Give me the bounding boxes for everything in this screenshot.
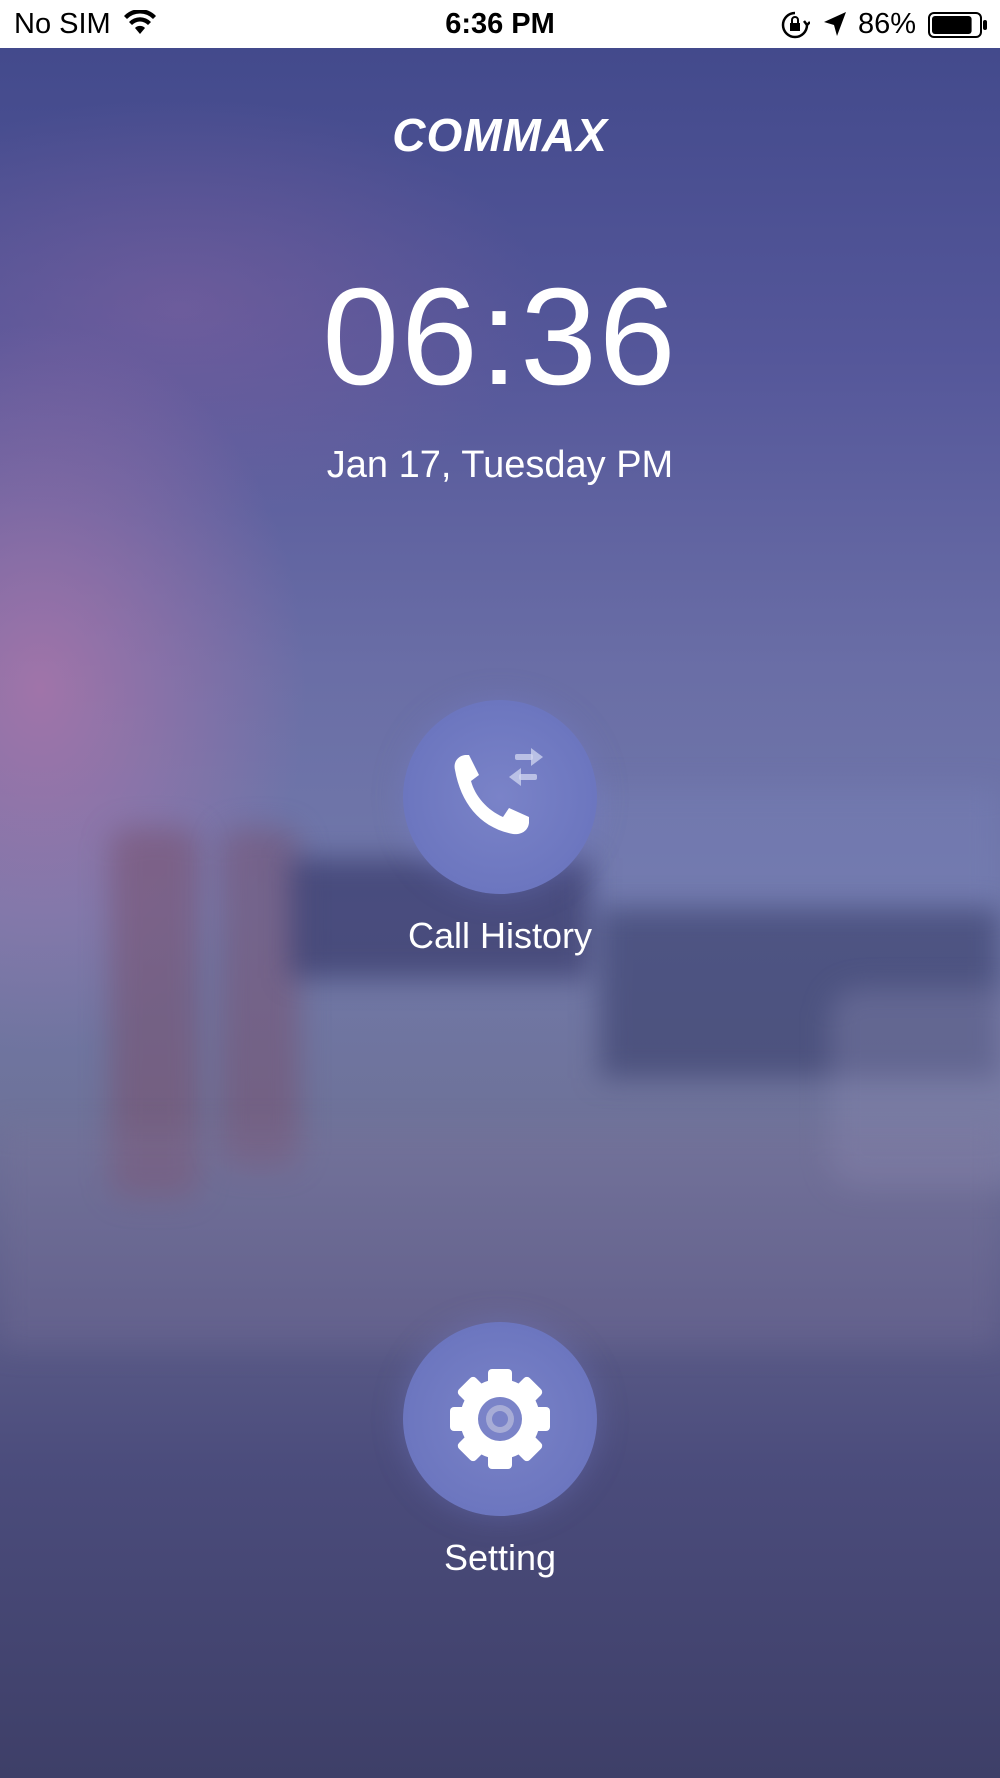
call-history-button[interactable]: [403, 700, 597, 894]
battery-icon: [928, 12, 987, 38]
clock-display: 06:36: [322, 260, 678, 414]
bg-blur-window: [580, 788, 1000, 908]
bg-blur-object-2: [220, 828, 300, 1168]
status-time: 6:36 PM: [445, 8, 555, 40]
bg-blur-floor: [0, 1128, 1000, 1348]
setting-label: Setting: [443, 1537, 557, 1578]
call-history-label: Call History: [407, 915, 593, 956]
phone-arrows-icon: [454, 748, 543, 835]
orientation-lock-icon: [781, 11, 810, 39]
gear-icon: [450, 1369, 550, 1469]
location-arrow-icon: [824, 12, 846, 36]
setting-button[interactable]: [403, 1322, 597, 1516]
status-bar: No SIM 6:36 PM 86%: [0, 0, 1000, 48]
commax-logo: COMMAX: [392, 109, 608, 161]
battery-percent: 86%: [858, 8, 917, 40]
date-display: Jan 17, Tuesday PM: [326, 444, 674, 486]
